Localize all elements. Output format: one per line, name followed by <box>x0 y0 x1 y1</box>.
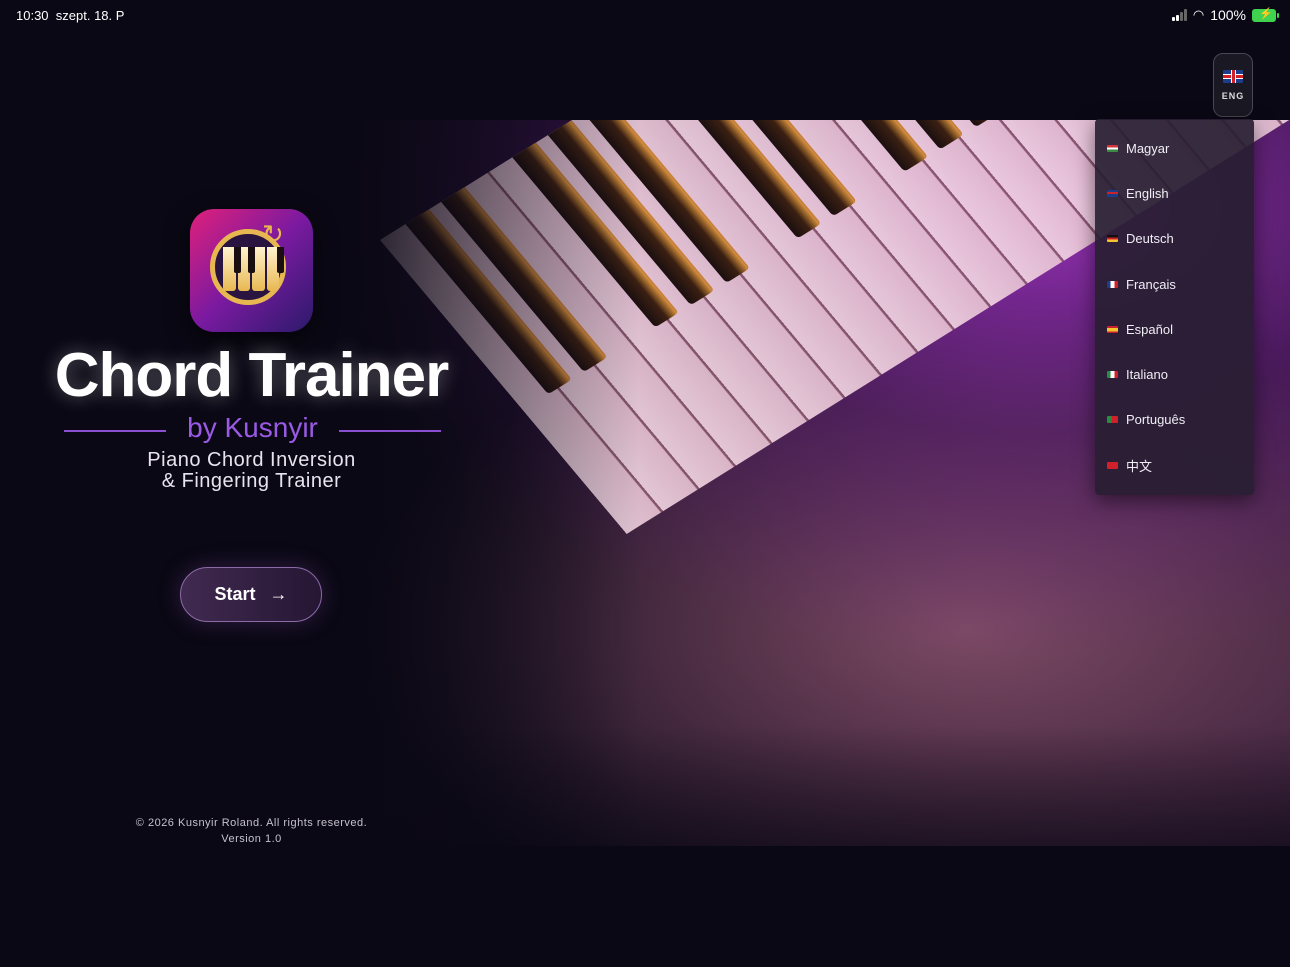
byline: by Kusnyir <box>187 412 318 443</box>
status-date: szept. 18. P <box>55 8 125 23</box>
app-title: Chord Trainer <box>54 341 450 410</box>
language-option-label: Português <box>1126 411 1186 427</box>
language-option-deutsch[interactable]: Deutsch <box>1095 216 1254 260</box>
divider-right <box>339 430 441 432</box>
uk-flag-icon <box>1223 69 1243 83</box>
version-text: Version 1.0 <box>221 833 282 845</box>
uk-flag-icon <box>1107 189 1118 197</box>
language-option-magyar[interactable]: Magyar <box>1095 126 1254 170</box>
status-clock: 10:30 <box>16 8 49 23</box>
battery-charging-icon: ⚡ <box>1252 8 1279 22</box>
footer: © 2026 Kusnyir Roland. All rights reserv… <box>0 815 503 847</box>
language-option-italiano[interactable]: Italiano <box>1095 352 1254 396</box>
language-selector-button[interactable]: ENG <box>1213 53 1253 117</box>
cellular-signal-icon <box>1171 9 1187 21</box>
language-menu: Magyar English Deutsch Français Español … <box>1095 119 1254 495</box>
italy-flag-icon <box>1107 370 1118 378</box>
hungary-flag-icon <box>1107 144 1118 152</box>
status-bar: 10:30 szept. 18. P ◠ 100% ⚡ <box>0 0 1290 32</box>
language-option-label: Español <box>1126 321 1173 337</box>
language-code: ENG <box>1221 90 1245 101</box>
language-option-label: Italiano <box>1126 366 1168 382</box>
app-subtitle: Piano Chord Inversion & Fingering Traine… <box>0 450 503 492</box>
language-option-label: 中文 <box>1126 458 1153 474</box>
status-indicators: ◠ 100% ⚡ <box>1171 7 1279 23</box>
france-flag-icon <box>1107 280 1118 288</box>
language-option-label: Magyar <box>1126 140 1170 156</box>
language-option-chinese[interactable]: 中文 <box>1095 443 1254 487</box>
subtitle-line-1: Piano Chord Inversion <box>147 449 356 471</box>
battery-percent: 100% <box>1210 7 1246 23</box>
subtitle-line-2: & Fingering Trainer <box>161 470 342 492</box>
language-option-label: English <box>1126 185 1169 201</box>
germany-flag-icon <box>1107 234 1118 242</box>
start-button-label: Start <box>214 584 256 604</box>
start-button[interactable]: Start → <box>180 567 322 622</box>
portugal-flag-icon <box>1107 415 1118 423</box>
spain-flag-icon <box>1107 325 1118 333</box>
china-flag-icon <box>1107 461 1118 469</box>
wifi-icon: ◠ <box>1192 7 1205 22</box>
language-option-espanol[interactable]: Español <box>1095 307 1254 351</box>
language-option-francais[interactable]: Français <box>1095 262 1254 306</box>
status-time: 10:30 szept. 18. P <box>16 8 124 23</box>
language-option-label: Deutsch <box>1126 230 1174 246</box>
byline-row: by Kusnyir <box>64 412 441 448</box>
language-option-label: Français <box>1126 276 1176 292</box>
language-option-portugues[interactable]: Português <box>1095 397 1254 441</box>
arrow-right-icon: → <box>269 584 288 604</box>
app-logo-icon: ↻ <box>190 209 313 332</box>
copyright-text: © 2026 Kusnyir Roland. All rights reserv… <box>135 817 368 829</box>
language-option-english[interactable]: English <box>1095 171 1254 215</box>
